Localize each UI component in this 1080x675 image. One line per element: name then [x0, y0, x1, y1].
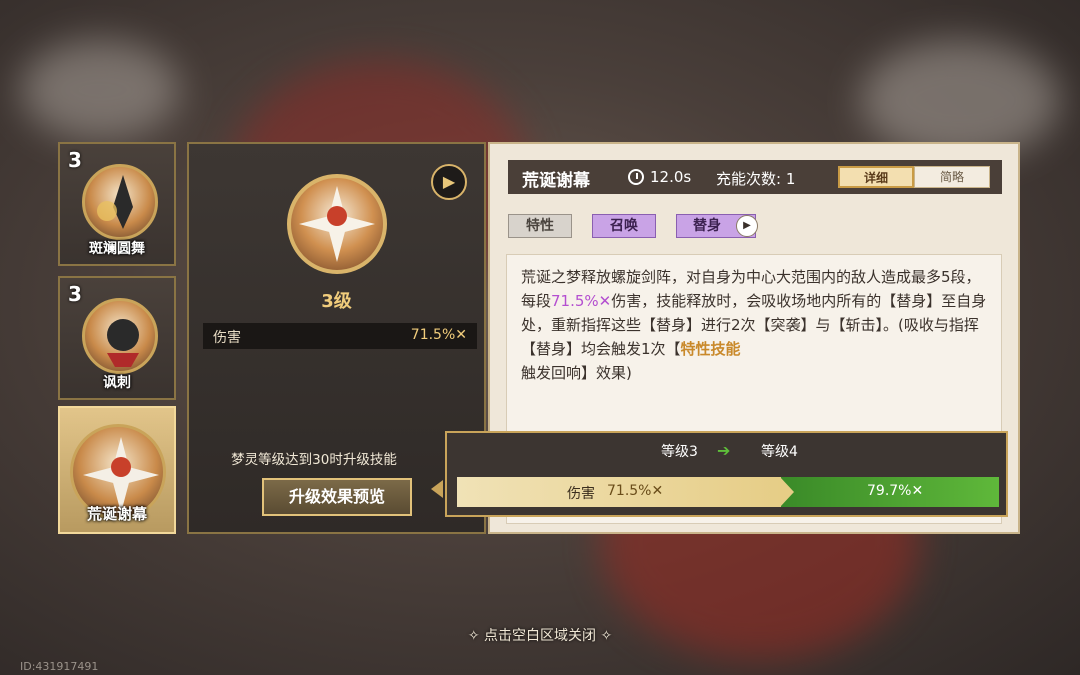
level-to: 等级4 — [761, 444, 798, 460]
cooldown-text: 12.0s — [650, 168, 692, 186]
stat-row: 伤害 71.5%✕ — [203, 323, 477, 349]
skill-1-icon — [82, 164, 158, 240]
skill-detail-panel: ▶ 3级 伤害 71.5%✕ 梦灵等级达到30时升级技能 升级效果预览 — [187, 142, 486, 534]
skill-list: 3 斑斓圆舞 3 讽刺 荒诞谢幕 — [58, 142, 176, 534]
skill-description: 荒诞之梦释放螺旋剑阵，对自身为中心大范围内的敌人造成最多5段，每段71.5%✕伤… — [521, 265, 991, 385]
stat-label: 伤害 — [213, 330, 241, 346]
tag-play-icon[interactable]: ▶ — [736, 215, 758, 237]
tag-trait[interactable]: 特性 — [508, 214, 572, 238]
old-value-bar: 伤害 71.5%✕ — [457, 477, 787, 507]
charges-text: 充能次数: 1 — [716, 170, 796, 188]
skill-slot-2[interactable]: 3 讽刺 — [58, 276, 176, 400]
skill-name: 讽刺 — [103, 375, 131, 391]
old-stat-value: 71.5%✕ — [607, 483, 664, 499]
popup-pointer — [431, 480, 443, 498]
play-preview-icon[interactable]: ▶ — [431, 164, 467, 200]
skill-slot-1[interactable]: 3 斑斓圆舞 — [58, 142, 176, 266]
new-stat-value: 79.7%✕ — [867, 483, 924, 499]
skill-level-label: 3级 — [321, 291, 352, 312]
tag-summon[interactable]: 召唤 — [592, 214, 656, 238]
user-id-text: ID:431917491 — [20, 660, 99, 673]
stat-value: 71.5%✕ — [410, 327, 467, 343]
upgrade-preview-button[interactable]: 升级效果预览 — [262, 478, 412, 516]
arrow-right-icon: ➔ — [717, 441, 731, 460]
skill-2-icon — [82, 298, 158, 374]
close-hint: ✧ 点击空白区域关闭 ✧ — [467, 628, 613, 644]
skill-title: 荒诞谢幕 — [522, 171, 590, 191]
skill-name: 荒诞谢幕 — [86, 505, 147, 523]
new-value-bar: 79.7%✕ — [780, 477, 999, 507]
level-from: 等级3 — [661, 444, 698, 460]
popup-stat-label: 伤害 — [567, 486, 595, 502]
upgrade-hint: 梦灵等级达到30时升级技能 — [231, 452, 397, 468]
skill-level-badge: 3 — [68, 148, 82, 172]
title-bar: 荒诞谢幕 12.0s 充能次数: 1 详细 简略 — [508, 160, 1002, 194]
skill-large-icon — [287, 174, 387, 274]
skill-name: 斑斓圆舞 — [89, 241, 145, 257]
skill-level-badge: 3 — [68, 282, 82, 306]
desc-trait-skill: 特性技能 — [680, 340, 741, 358]
skill-slot-3[interactable]: 荒诞谢幕 — [58, 406, 176, 534]
clock-icon — [628, 169, 644, 185]
desc-damage-value: 71.5%✕ — [551, 292, 612, 310]
tab-detail[interactable]: 详细 — [838, 166, 914, 188]
upgrade-preview-popup: 等级3 ➔ 等级4 伤害 71.5%✕ 79.7%✕ — [445, 431, 1008, 517]
desc-part: 触发回响】效果) — [521, 364, 632, 382]
tab-brief[interactable]: 简略 — [914, 166, 990, 188]
